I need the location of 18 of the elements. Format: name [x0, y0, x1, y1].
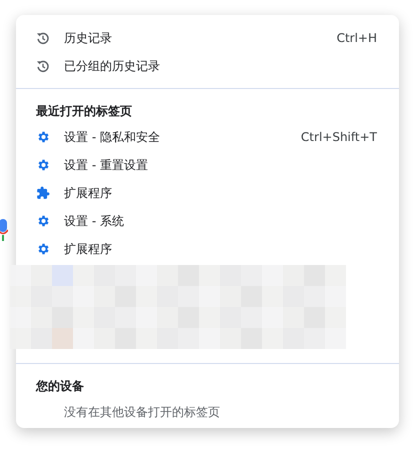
settings-icon [36, 130, 50, 144]
section-title: 您的设备 [34, 378, 85, 395]
settings-icon [36, 242, 50, 256]
menu-item[interactable]: 设置 - 系统 [16, 207, 399, 235]
section-title: 最近打开的标签页 [35, 103, 133, 120]
menu-item[interactable]: 历史记录 Ctrl+H [16, 24, 399, 52]
menu-item[interactable]: 设置 - 重置设置 [16, 151, 399, 179]
menu-item[interactable]: 已分组的历史记录 [16, 52, 399, 80]
history-icon [36, 60, 50, 72]
menu-item[interactable]: 扩展程序 [16, 235, 399, 263]
menu-item[interactable]: 扩展程序 [16, 179, 399, 207]
history-icon [36, 32, 50, 44]
settings-icon [36, 214, 50, 228]
empty-message: 没有在其他设备打开的标签页 [63, 404, 221, 421]
puzzle-icon [36, 186, 50, 200]
menu-item[interactable]: 设置 - 隐私和安全 Ctrl+Shift+T [16, 123, 399, 151]
microphone-icon [0, 219, 8, 241]
settings-icon [36, 158, 50, 172]
